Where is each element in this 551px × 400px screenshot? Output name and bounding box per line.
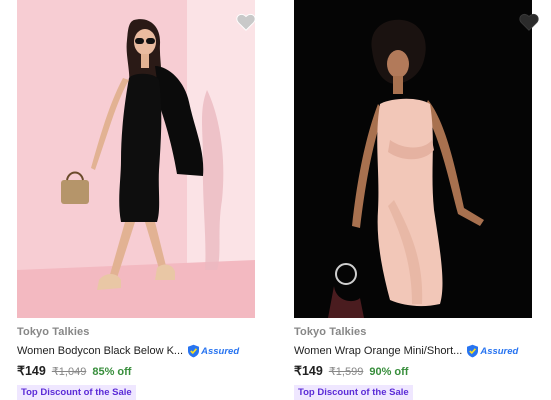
heart-icon[interactable] (518, 11, 540, 33)
heart-icon[interactable] (235, 11, 257, 33)
price-row: ₹149 ₹1,599 90% off (294, 363, 408, 378)
product-card[interactable]: Tokyo Talkies Women Wrap Orange Mini/Sho… (294, 0, 539, 400)
price-row: ₹149 ₹1,049 85% off (17, 363, 131, 378)
product-title[interactable]: Women Bodycon Black Below K... (17, 345, 183, 357)
original-price: ₹1,049 (51, 366, 87, 378)
original-price: ₹1,599 (328, 366, 364, 378)
product-brand: Tokyo Talkies (294, 326, 367, 338)
shield-icon (467, 344, 479, 358)
product-brand: Tokyo Talkies (17, 326, 90, 338)
product-image[interactable] (294, 0, 532, 318)
model-satin-wrap-dress-photo (294, 0, 532, 318)
assured-label: Assured (201, 345, 240, 357)
selling-price: ₹149 (17, 364, 46, 378)
offer-tag: Top Discount of the Sale (294, 385, 413, 400)
discount-percent: 90% off (369, 366, 409, 378)
shield-icon (188, 344, 200, 358)
discount-percent: 85% off (92, 366, 132, 378)
assured-badge: Assured (187, 344, 239, 358)
assured-badge: Assured (466, 344, 518, 358)
offer-tag: Top Discount of the Sale (17, 385, 136, 400)
assured-label: Assured (480, 345, 519, 357)
product-image[interactable] (17, 0, 255, 318)
product-title[interactable]: Women Wrap Orange Mini/Short... (294, 345, 462, 357)
model-black-dress-photo (17, 0, 255, 318)
selling-price: ₹149 (294, 364, 323, 378)
product-card[interactable]: Tokyo Talkies Women Bodycon Black Below … (17, 0, 257, 400)
